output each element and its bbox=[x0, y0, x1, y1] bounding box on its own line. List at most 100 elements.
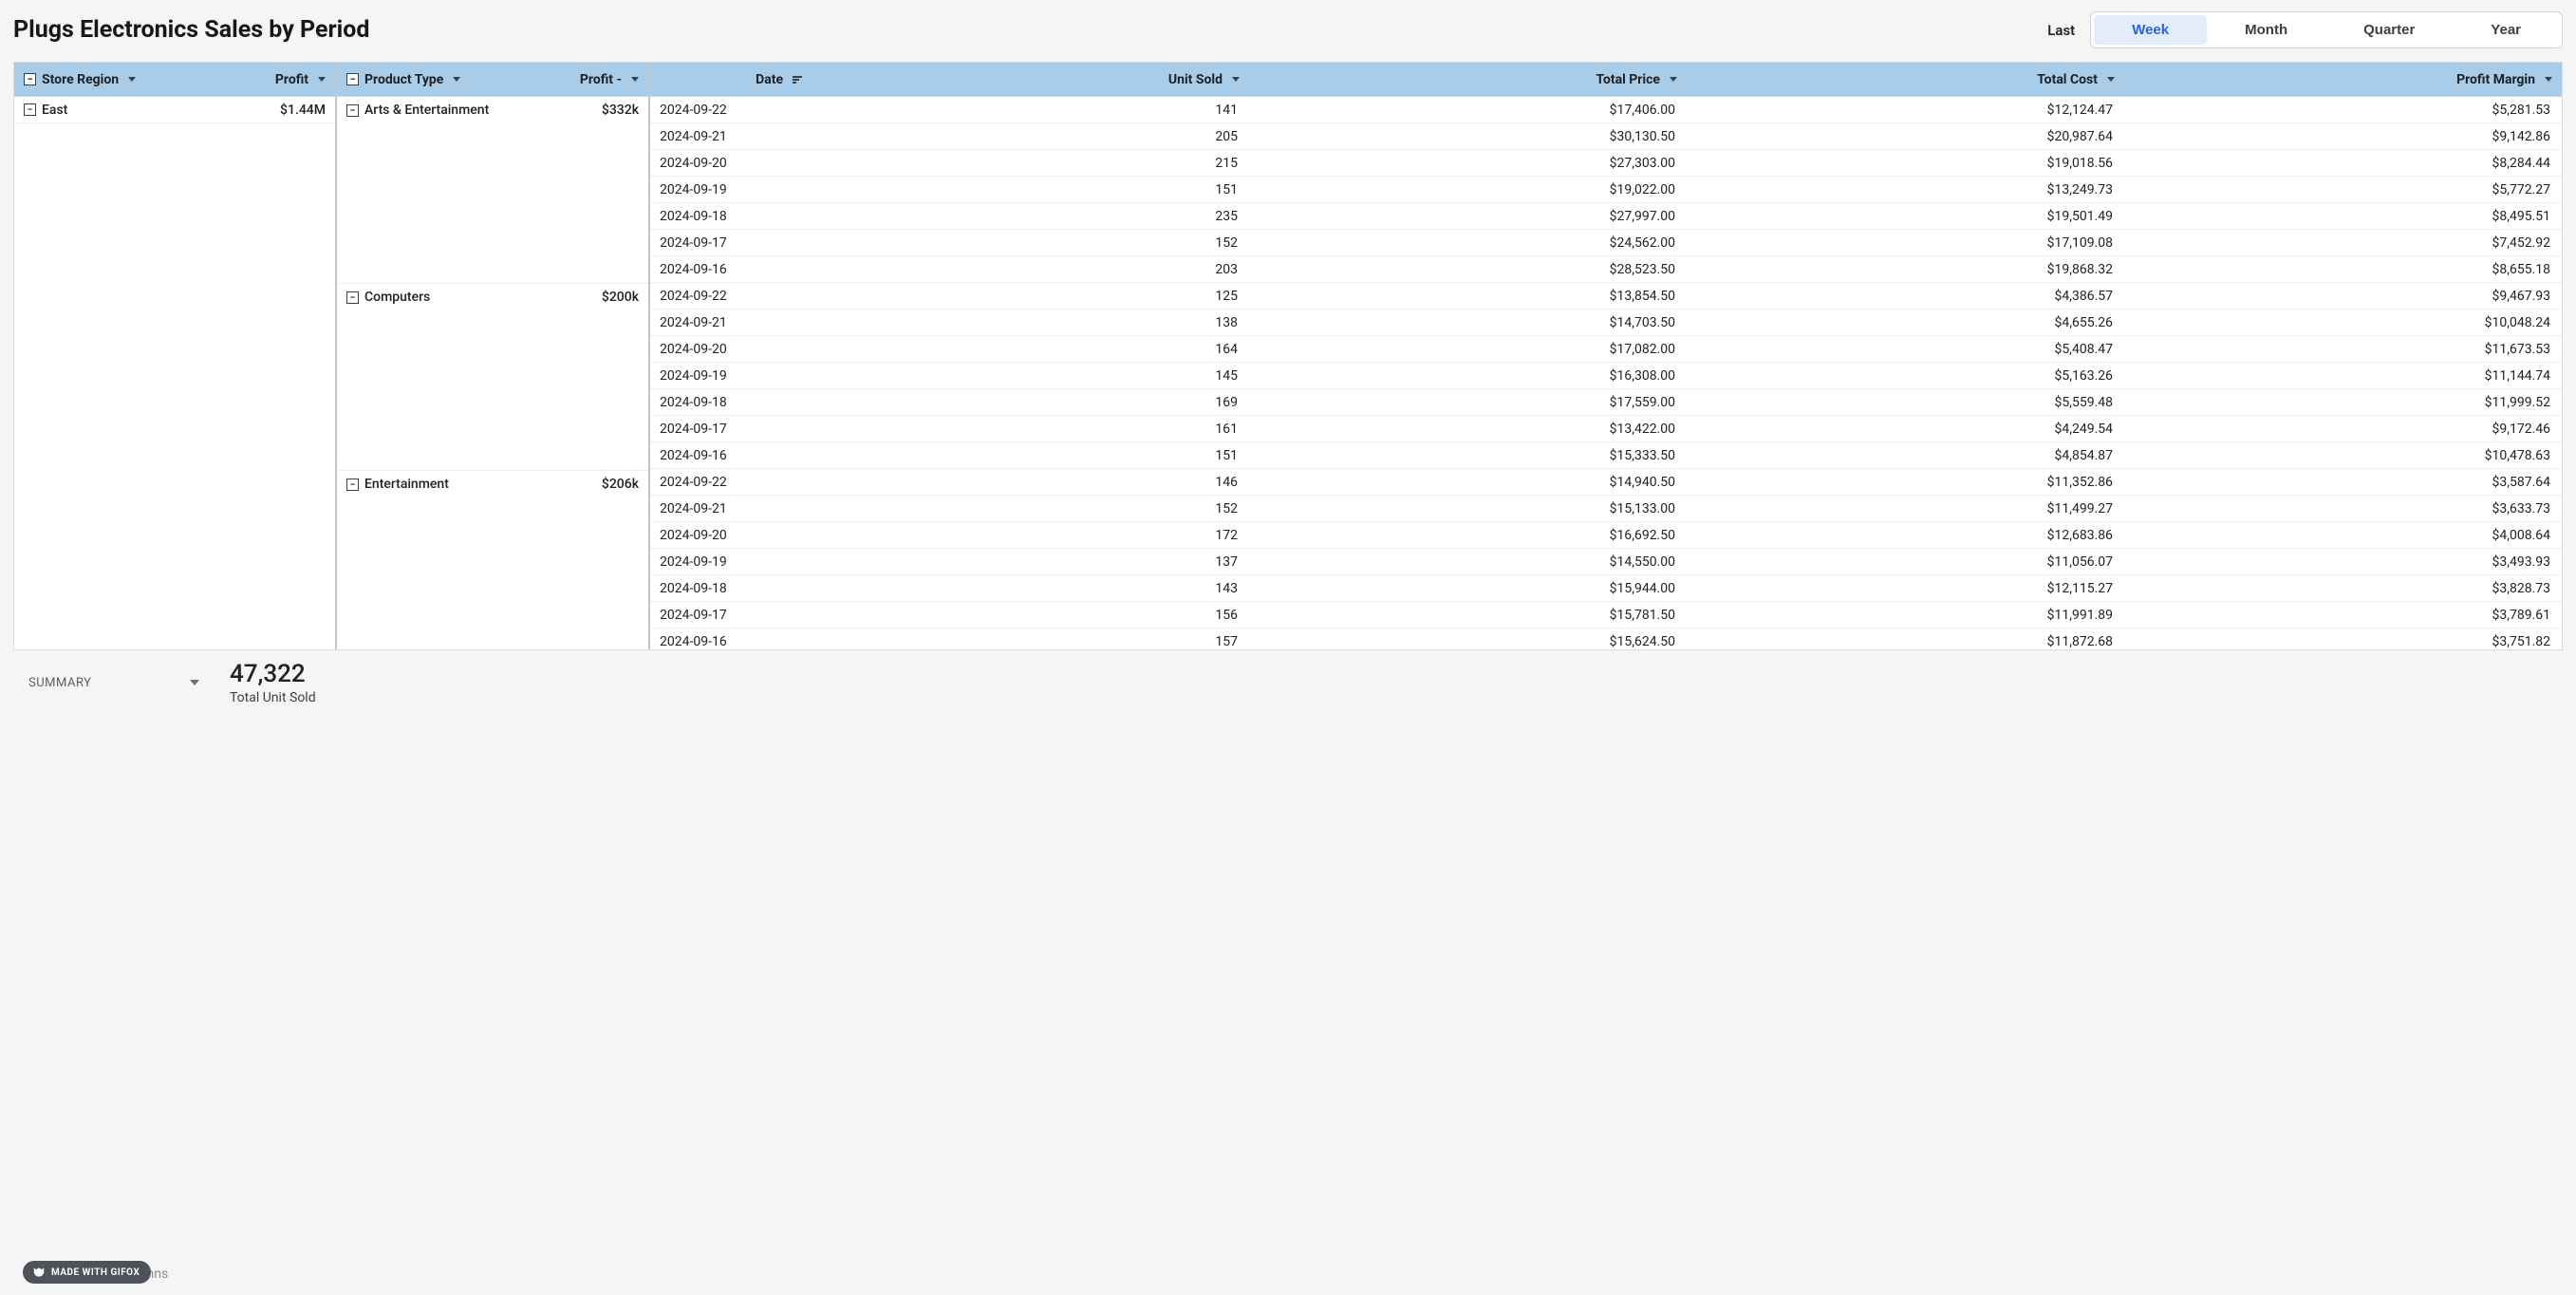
table-row[interactable]: 2024-09-17161$13,422.00$4,249.54$9,172.4… bbox=[650, 416, 2562, 442]
product-row[interactable]: −Arts & Entertainment $332k bbox=[337, 97, 648, 123]
cell-unit-sold: 145 bbox=[812, 368, 1249, 384]
cell-profit-margin: $8,495.51 bbox=[2124, 209, 2562, 224]
region-header[interactable]: − Store Region bbox=[14, 72, 145, 87]
table-row[interactable]: 2024-09-22125$13,854.50$4,386.57$9,467.9… bbox=[650, 283, 2562, 310]
table-row[interactable]: 2024-09-22141$17,406.00$12,124.47$5,281.… bbox=[650, 97, 2562, 123]
cell-total-price: $19,022.00 bbox=[1249, 182, 1687, 197]
summary-toggle[interactable]: SUMMARY bbox=[17, 672, 207, 694]
product-spacer bbox=[337, 310, 648, 337]
collapse-all-icon[interactable]: − bbox=[346, 73, 359, 85]
product-name: Entertainment bbox=[364, 477, 449, 492]
product-profit-header[interactable]: Profit - bbox=[570, 72, 648, 87]
table-row[interactable]: 2024-09-18169$17,559.00$5,559.48$11,999.… bbox=[650, 389, 2562, 416]
cell-total-price: $24,562.00 bbox=[1249, 235, 1687, 251]
table-row[interactable]: 2024-09-22146$14,940.50$11,352.86$3,587.… bbox=[650, 469, 2562, 496]
table-row[interactable]: 2024-09-19151$19,022.00$13,249.73$5,772.… bbox=[650, 177, 2562, 203]
product-block: −Arts & Entertainment $332k bbox=[337, 97, 648, 284]
cell-date: 2024-09-19 bbox=[650, 554, 812, 570]
product-profit: $332k bbox=[602, 103, 639, 118]
cell-total-cost: $19,018.56 bbox=[1687, 156, 2124, 171]
cell-unit-sold: 157 bbox=[812, 634, 1249, 649]
pivot-table: − Store Region Profit − East $1.44M − bbox=[13, 62, 2563, 650]
product-spacer bbox=[337, 577, 648, 604]
summary-metric-value: 47,322 bbox=[230, 660, 316, 688]
cell-unit-sold: 161 bbox=[812, 422, 1249, 437]
product-spacer bbox=[337, 390, 648, 417]
cell-profit-margin: $9,142.86 bbox=[2124, 129, 2562, 144]
cell-unit-sold: 141 bbox=[812, 103, 1249, 118]
region-profit-header[interactable]: Profit bbox=[266, 72, 335, 87]
cell-total-cost: $11,499.27 bbox=[1687, 501, 2124, 516]
cell-profit-margin: $4,008.64 bbox=[2124, 528, 2562, 543]
table-row[interactable]: 2024-09-20172$16,692.50$12,683.86$4,008.… bbox=[650, 522, 2562, 549]
period-btn-week[interactable]: Week bbox=[2094, 15, 2207, 45]
cell-total-cost: $4,854.87 bbox=[1687, 448, 2124, 463]
table-row[interactable]: 2024-09-16157$15,624.50$11,872.68$3,751.… bbox=[650, 629, 2562, 649]
cell-total-price: $15,624.50 bbox=[1249, 634, 1687, 649]
product-row[interactable]: −Entertainment$206k bbox=[337, 471, 648, 497]
product-profit-header-label: Profit - bbox=[580, 72, 622, 87]
table-row[interactable]: 2024-09-17152$24,562.00$17,109.08$7,452.… bbox=[650, 230, 2562, 256]
cell-date: 2024-09-21 bbox=[650, 315, 812, 330]
table-row[interactable]: 2024-09-21138$14,703.50$4,655.26$10,048.… bbox=[650, 310, 2562, 336]
table-row[interactable]: 2024-09-20164$17,082.00$5,408.47$11,673.… bbox=[650, 336, 2562, 363]
collapse-all-icon[interactable]: − bbox=[24, 73, 36, 85]
unit-sold-header-label: Unit Sold bbox=[1168, 72, 1223, 87]
table-row[interactable]: 2024-09-19145$16,308.00$5,163.26$11,144.… bbox=[650, 363, 2562, 389]
cell-total-price: $15,133.00 bbox=[1249, 501, 1687, 516]
table-row[interactable]: 2024-09-20215$27,303.00$19,018.56$8,284.… bbox=[650, 150, 2562, 177]
table-row[interactable]: 2024-09-16203$28,523.50$19,868.32$8,655.… bbox=[650, 256, 2562, 283]
cell-profit-margin: $3,633.73 bbox=[2124, 501, 2562, 516]
cell-total-cost: $17,109.08 bbox=[1687, 235, 2124, 251]
table-row[interactable]: 2024-09-19137$14,550.00$11,056.07$3,493.… bbox=[650, 549, 2562, 575]
cell-date: 2024-09-22 bbox=[650, 289, 812, 304]
collapse-icon[interactable]: − bbox=[24, 103, 36, 116]
table-row[interactable]: 2024-09-17156$15,781.50$11,991.89$3,789.… bbox=[650, 602, 2562, 629]
summary-metric-label: Total Unit Sold bbox=[230, 690, 316, 705]
cell-total-price: $15,333.50 bbox=[1249, 448, 1687, 463]
period-btn-month[interactable]: Month bbox=[2207, 15, 2325, 45]
product-row[interactable]: −Computers$200k bbox=[337, 284, 648, 310]
region-header-label: Store Region bbox=[42, 72, 119, 87]
gifox-badge[interactable]: MADE WITH GIFOX bbox=[23, 1261, 151, 1284]
gifox-badge-label: MADE WITH GIFOX bbox=[51, 1267, 140, 1278]
cell-total-cost: $5,408.47 bbox=[1687, 342, 2124, 357]
date-header[interactable]: Date bbox=[650, 72, 812, 87]
table-row[interactable]: 2024-09-18143$15,944.00$12,115.27$3,828.… bbox=[650, 575, 2562, 602]
unit-sold-header[interactable]: Unit Sold bbox=[812, 72, 1249, 87]
collapse-icon[interactable]: − bbox=[346, 291, 359, 304]
product-spacer bbox=[337, 337, 648, 364]
product-name: Arts & Entertainment bbox=[364, 103, 489, 118]
collapse-icon[interactable]: − bbox=[346, 479, 359, 491]
period-btn-quarter[interactable]: Quarter bbox=[2325, 15, 2453, 45]
product-spacer bbox=[337, 551, 648, 577]
period-btn-year[interactable]: Year bbox=[2453, 15, 2559, 45]
cell-total-cost: $5,559.48 bbox=[1687, 395, 2124, 410]
table-row[interactable]: 2024-09-16151$15,333.50$4,854.87$10,478.… bbox=[650, 442, 2562, 469]
region-row[interactable]: − East $1.44M bbox=[14, 97, 335, 123]
profit-margin-header[interactable]: Profit Margin bbox=[2124, 72, 2562, 87]
cell-total-price: $27,997.00 bbox=[1249, 209, 1687, 224]
cell-profit-margin: $11,999.52 bbox=[2124, 395, 2562, 410]
total-cost-header[interactable]: Total Cost bbox=[1687, 72, 2124, 87]
table-row[interactable]: 2024-09-18235$27,997.00$19,501.49$8,495.… bbox=[650, 203, 2562, 230]
cell-total-price: $14,550.00 bbox=[1249, 554, 1687, 570]
cell-total-price: $13,422.00 bbox=[1249, 422, 1687, 437]
cell-profit-margin: $3,587.64 bbox=[2124, 475, 2562, 490]
cell-total-price: $14,940.50 bbox=[1249, 475, 1687, 490]
total-price-header[interactable]: Total Price bbox=[1249, 72, 1687, 87]
cell-profit-margin: $8,655.18 bbox=[2124, 262, 2562, 277]
table-row[interactable]: 2024-09-21205$30,130.50$20,987.64$9,142.… bbox=[650, 123, 2562, 150]
summary-metric: 47,322 Total Unit Sold bbox=[230, 660, 316, 705]
collapse-icon[interactable]: − bbox=[346, 104, 359, 117]
caret-down-icon bbox=[1670, 77, 1677, 82]
summary-label: SUMMARY bbox=[28, 676, 91, 690]
cell-unit-sold: 172 bbox=[812, 528, 1249, 543]
table-row[interactable]: 2024-09-21152$15,133.00$11,499.27$3,633.… bbox=[650, 496, 2562, 522]
product-header[interactable]: − Product Type bbox=[337, 72, 470, 87]
cell-total-cost: $4,249.54 bbox=[1687, 422, 2124, 437]
period-segmented-control[interactable]: WeekMonthQuarterYear bbox=[2090, 11, 2563, 48]
sort-desc-icon[interactable] bbox=[793, 76, 802, 84]
product-spacer bbox=[337, 177, 648, 203]
cell-date: 2024-09-21 bbox=[650, 129, 812, 144]
